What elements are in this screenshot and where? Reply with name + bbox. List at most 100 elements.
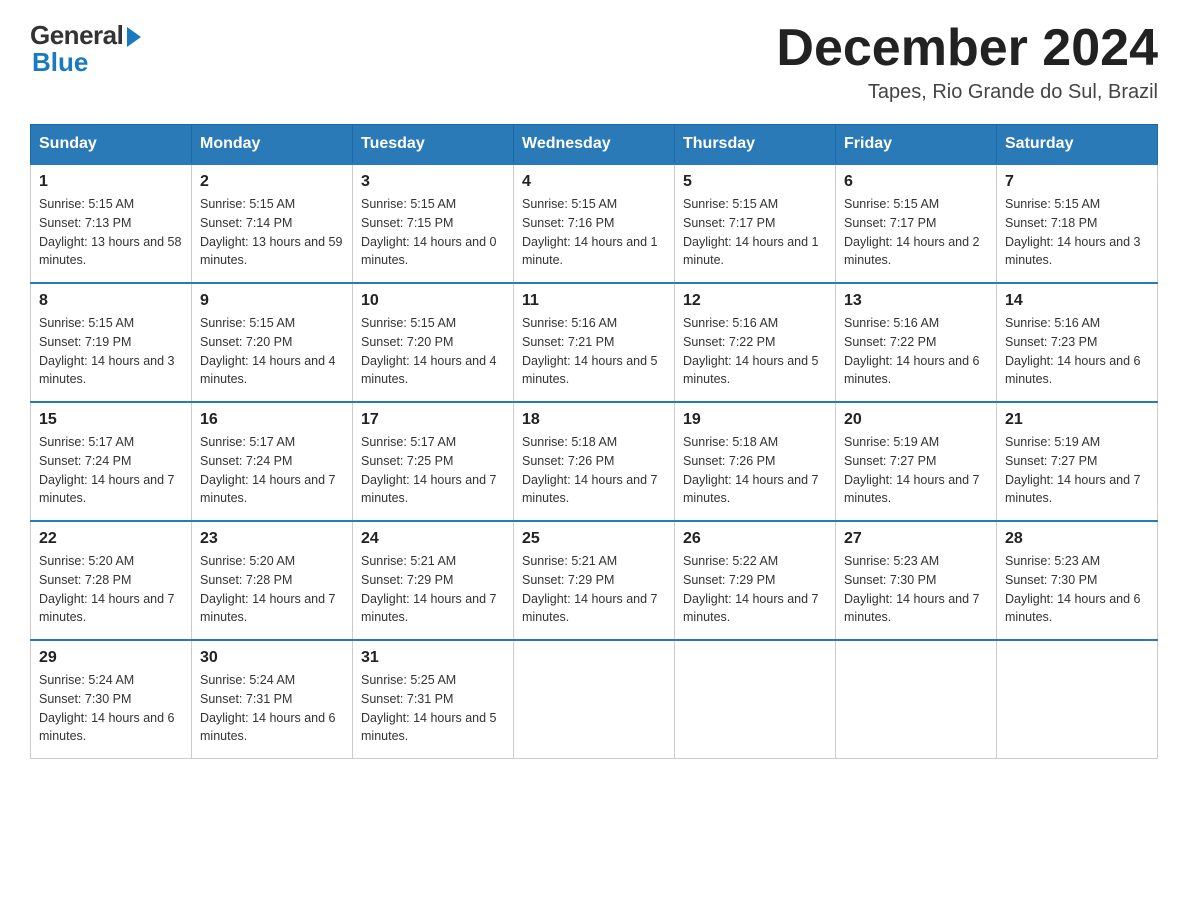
day-number: 25 — [522, 530, 666, 548]
day-number: 6 — [844, 173, 988, 191]
day-info: Sunrise: 5:19 AM Sunset: 7:27 PM Dayligh… — [844, 433, 988, 508]
day-number: 3 — [361, 173, 505, 191]
day-info: Sunrise: 5:17 AM Sunset: 7:25 PM Dayligh… — [361, 433, 505, 508]
sunrise-label: Sunrise: 5:16 AM — [683, 316, 778, 330]
day-info: Sunrise: 5:22 AM Sunset: 7:29 PM Dayligh… — [683, 552, 827, 627]
calendar-cell — [836, 640, 997, 759]
day-number: 4 — [522, 173, 666, 191]
sunrise-label: Sunrise: 5:15 AM — [522, 197, 617, 211]
daylight-label: Daylight: 14 hours and 7 minutes. — [39, 473, 175, 506]
sunrise-label: Sunrise: 5:15 AM — [200, 316, 295, 330]
calendar-cell: 7 Sunrise: 5:15 AM Sunset: 7:18 PM Dayli… — [997, 164, 1158, 283]
day-number: 28 — [1005, 530, 1149, 548]
calendar-cell — [514, 640, 675, 759]
sunset-label: Sunset: 7:20 PM — [200, 335, 292, 349]
calendar-cell: 1 Sunrise: 5:15 AM Sunset: 7:13 PM Dayli… — [31, 164, 192, 283]
calendar-cell: 30 Sunrise: 5:24 AM Sunset: 7:31 PM Dayl… — [192, 640, 353, 759]
day-info: Sunrise: 5:25 AM Sunset: 7:31 PM Dayligh… — [361, 671, 505, 746]
sunrise-label: Sunrise: 5:15 AM — [39, 197, 134, 211]
location-title: Tapes, Rio Grande do Sul, Brazil — [776, 81, 1158, 104]
week-row-4: 29 Sunrise: 5:24 AM Sunset: 7:30 PM Dayl… — [31, 640, 1158, 759]
calendar-cell — [997, 640, 1158, 759]
calendar-cell: 18 Sunrise: 5:18 AM Sunset: 7:26 PM Dayl… — [514, 402, 675, 521]
sunrise-label: Sunrise: 5:15 AM — [39, 316, 134, 330]
sunrise-label: Sunrise: 5:24 AM — [200, 673, 295, 687]
sunset-label: Sunset: 7:30 PM — [844, 573, 936, 587]
daylight-label: Daylight: 14 hours and 7 minutes. — [844, 473, 980, 506]
daylight-label: Daylight: 14 hours and 7 minutes. — [683, 592, 819, 625]
calendar-cell: 13 Sunrise: 5:16 AM Sunset: 7:22 PM Dayl… — [836, 283, 997, 402]
sunset-label: Sunset: 7:22 PM — [683, 335, 775, 349]
day-number: 14 — [1005, 292, 1149, 310]
daylight-label: Daylight: 14 hours and 4 minutes. — [361, 354, 497, 387]
sunrise-label: Sunrise: 5:17 AM — [200, 435, 295, 449]
sunset-label: Sunset: 7:23 PM — [1005, 335, 1097, 349]
week-row-2: 15 Sunrise: 5:17 AM Sunset: 7:24 PM Dayl… — [31, 402, 1158, 521]
day-info: Sunrise: 5:15 AM Sunset: 7:19 PM Dayligh… — [39, 314, 183, 389]
sunrise-label: Sunrise: 5:19 AM — [844, 435, 939, 449]
header-saturday: Saturday — [997, 125, 1158, 165]
daylight-label: Daylight: 14 hours and 5 minutes. — [683, 354, 819, 387]
daylight-label: Daylight: 14 hours and 6 minutes. — [39, 711, 175, 744]
sunset-label: Sunset: 7:18 PM — [1005, 216, 1097, 230]
sunrise-label: Sunrise: 5:21 AM — [361, 554, 456, 568]
sunrise-label: Sunrise: 5:17 AM — [39, 435, 134, 449]
sunrise-label: Sunrise: 5:21 AM — [522, 554, 617, 568]
sunrise-label: Sunrise: 5:16 AM — [522, 316, 617, 330]
sunset-label: Sunset: 7:29 PM — [361, 573, 453, 587]
day-info: Sunrise: 5:20 AM Sunset: 7:28 PM Dayligh… — [39, 552, 183, 627]
sunrise-label: Sunrise: 5:15 AM — [361, 197, 456, 211]
header-tuesday: Tuesday — [353, 125, 514, 165]
daylight-label: Daylight: 14 hours and 5 minutes. — [361, 711, 497, 744]
day-info: Sunrise: 5:15 AM Sunset: 7:16 PM Dayligh… — [522, 195, 666, 270]
title-area: December 2024 Tapes, Rio Grande do Sul, … — [776, 20, 1158, 104]
sunset-label: Sunset: 7:26 PM — [683, 454, 775, 468]
day-number: 17 — [361, 411, 505, 429]
day-info: Sunrise: 5:15 AM Sunset: 7:20 PM Dayligh… — [200, 314, 344, 389]
sunrise-label: Sunrise: 5:15 AM — [1005, 197, 1100, 211]
calendar-cell: 6 Sunrise: 5:15 AM Sunset: 7:17 PM Dayli… — [836, 164, 997, 283]
sunset-label: Sunset: 7:15 PM — [361, 216, 453, 230]
sunrise-label: Sunrise: 5:24 AM — [39, 673, 134, 687]
day-info: Sunrise: 5:21 AM Sunset: 7:29 PM Dayligh… — [361, 552, 505, 627]
day-info: Sunrise: 5:16 AM Sunset: 7:22 PM Dayligh… — [844, 314, 988, 389]
day-number: 11 — [522, 292, 666, 310]
sunrise-label: Sunrise: 5:20 AM — [200, 554, 295, 568]
sunrise-label: Sunrise: 5:22 AM — [683, 554, 778, 568]
calendar-cell: 27 Sunrise: 5:23 AM Sunset: 7:30 PM Dayl… — [836, 521, 997, 640]
day-info: Sunrise: 5:16 AM Sunset: 7:23 PM Dayligh… — [1005, 314, 1149, 389]
calendar-cell: 4 Sunrise: 5:15 AM Sunset: 7:16 PM Dayli… — [514, 164, 675, 283]
daylight-label: Daylight: 14 hours and 2 minutes. — [844, 235, 980, 268]
day-info: Sunrise: 5:15 AM Sunset: 7:13 PM Dayligh… — [39, 195, 183, 270]
logo: General Blue — [30, 20, 141, 78]
calendar-cell: 9 Sunrise: 5:15 AM Sunset: 7:20 PM Dayli… — [192, 283, 353, 402]
day-info: Sunrise: 5:20 AM Sunset: 7:28 PM Dayligh… — [200, 552, 344, 627]
sunset-label: Sunset: 7:28 PM — [200, 573, 292, 587]
sunrise-label: Sunrise: 5:15 AM — [683, 197, 778, 211]
day-info: Sunrise: 5:16 AM Sunset: 7:22 PM Dayligh… — [683, 314, 827, 389]
day-info: Sunrise: 5:15 AM Sunset: 7:17 PM Dayligh… — [683, 195, 827, 270]
daylight-label: Daylight: 14 hours and 7 minutes. — [361, 473, 497, 506]
sunrise-label: Sunrise: 5:20 AM — [39, 554, 134, 568]
day-info: Sunrise: 5:15 AM Sunset: 7:15 PM Dayligh… — [361, 195, 505, 270]
header-thursday: Thursday — [675, 125, 836, 165]
calendar-cell: 12 Sunrise: 5:16 AM Sunset: 7:22 PM Dayl… — [675, 283, 836, 402]
header-friday: Friday — [836, 125, 997, 165]
sunset-label: Sunset: 7:17 PM — [683, 216, 775, 230]
calendar-cell: 25 Sunrise: 5:21 AM Sunset: 7:29 PM Dayl… — [514, 521, 675, 640]
day-info: Sunrise: 5:17 AM Sunset: 7:24 PM Dayligh… — [39, 433, 183, 508]
sunset-label: Sunset: 7:27 PM — [1005, 454, 1097, 468]
day-number: 30 — [200, 649, 344, 667]
day-number: 13 — [844, 292, 988, 310]
daylight-label: Daylight: 14 hours and 3 minutes. — [39, 354, 175, 387]
day-number: 2 — [200, 173, 344, 191]
calendar-table: SundayMondayTuesdayWednesdayThursdayFrid… — [30, 124, 1158, 759]
sunset-label: Sunset: 7:26 PM — [522, 454, 614, 468]
daylight-label: Daylight: 14 hours and 0 minutes. — [361, 235, 497, 268]
sunset-label: Sunset: 7:27 PM — [844, 454, 936, 468]
sunrise-label: Sunrise: 5:18 AM — [683, 435, 778, 449]
sunset-label: Sunset: 7:31 PM — [200, 692, 292, 706]
sunset-label: Sunset: 7:17 PM — [844, 216, 936, 230]
day-number: 21 — [1005, 411, 1149, 429]
calendar-cell: 28 Sunrise: 5:23 AM Sunset: 7:30 PM Dayl… — [997, 521, 1158, 640]
